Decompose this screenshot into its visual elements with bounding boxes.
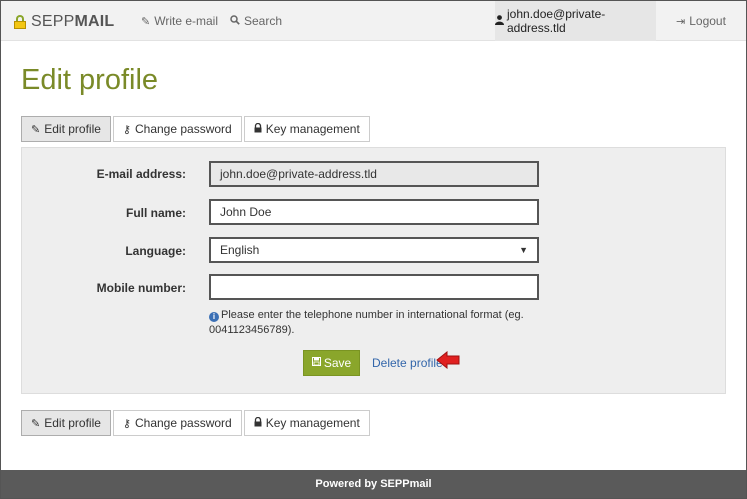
profile-tabs-bottom: ✎ Edit profile ⚷ Change password Key man… [21,410,372,436]
caret-down-icon: ▼ [519,245,528,255]
padlock-logo-icon [13,15,27,29]
tab-change-password-bottom[interactable]: ⚷ Change password [112,410,242,436]
pencil-icon: ✎ [141,15,151,28]
mobile-help-text: i Please enter the telephone number in in… [209,309,524,336]
email-label: E-mail address: [96,167,186,181]
key-icon: ⚷ [122,123,131,136]
tab-edit-profile-bottom[interactable]: ✎ Edit profile [21,410,111,436]
search-label: Search [244,14,283,28]
logout-link[interactable]: ⇥ Logout [676,14,726,28]
language-select[interactable]: English ▼ [209,237,539,263]
write-email-label: Write e-mail [154,14,219,28]
tab-key-management[interactable]: Key management [243,116,370,142]
user-email: john.doe@private-address.tld [507,7,606,35]
footer: Powered by SEPPmail [1,470,746,498]
key-icon: ⚷ [122,417,131,430]
email-field: john.doe@private-address.tld [209,161,539,187]
brand-logo[interactable]: SEPPMAIL [13,13,114,31]
tab-edit-profile[interactable]: ✎ Edit profile [21,116,111,142]
mobile-label: Mobile number: [96,281,186,295]
fullname-label: Full name: [125,206,186,220]
profile-form-panel: E-mail address: john.doe@private-address… [21,147,726,394]
pencil-icon: ✎ [31,123,41,136]
user-menu[interactable]: john.doe@private-address.tld [495,1,656,41]
search-link[interactable]: Search [230,14,282,28]
pencil-icon: ✎ [31,417,41,430]
logout-label: Logout [689,14,726,28]
red-arrow-pointer-icon [436,351,460,369]
tab-change-password[interactable]: ⚷ Change password [112,116,242,142]
delete-profile-link[interactable]: Delete profile [372,356,443,370]
language-label: Language: [125,244,186,258]
search-icon [230,14,240,28]
info-icon: i [209,312,219,322]
top-navbar: SEPPMAIL ✎ Write e-mail Search john.doe@… [1,1,746,41]
logout-icon: ⇥ [676,15,686,28]
footer-text: Powered by SEPPmail [315,478,432,490]
profile-tabs-top: ✎ Edit profile ⚷ Change password Key man… [21,116,372,142]
lock-icon [254,122,262,136]
tab-key-management-bottom[interactable]: Key management [243,410,370,436]
fullname-input[interactable]: John Doe [209,199,539,225]
brand-name: SEPPMAIL [31,13,115,30]
floppy-disk-icon [311,357,321,369]
write-email-link[interactable]: ✎ Write e-mail [141,14,218,28]
save-button[interactable]: Save [303,350,360,376]
mobile-number-input[interactable] [209,274,539,300]
page-title: Edit profile [21,64,159,96]
lock-icon [254,416,262,430]
user-icon [495,14,504,28]
